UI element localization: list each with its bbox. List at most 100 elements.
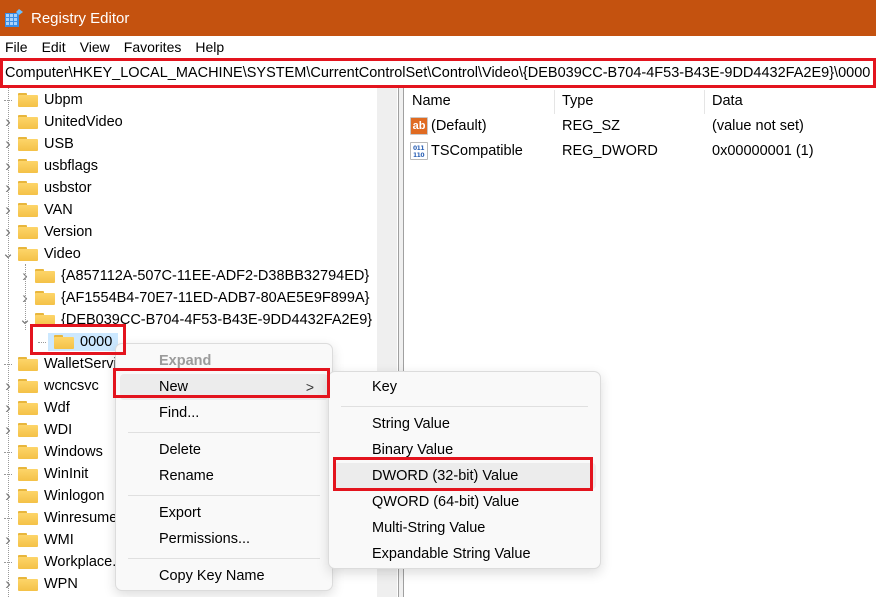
- value-name: (Default): [431, 118, 487, 134]
- tree-item[interactable]: › Wdf: [2, 397, 70, 419]
- tree-item[interactable]: › Winlogon: [2, 485, 104, 507]
- tree-item-label: WMI: [44, 532, 74, 548]
- value-row[interactable]: 011 110 TSCompatible: [410, 140, 523, 162]
- new-submenu-item-multi-string-value[interactable]: Multi-String Value: [333, 515, 596, 541]
- folder-icon: [18, 357, 38, 371]
- menu-separator: [341, 405, 588, 407]
- new-submenu-item-string-value[interactable]: String Value: [333, 411, 596, 437]
- tree-item[interactable]: 0000: [36, 331, 119, 353]
- menu-item-label: DWORD (32-bit) Value: [372, 468, 519, 484]
- tree-item[interactable]: › WDI: [2, 419, 72, 441]
- address-path[interactable]: Computer\HKEY_LOCAL_MACHINE\SYSTEM\Curre…: [3, 65, 870, 81]
- value-data: 0x00000001 (1): [712, 143, 814, 159]
- menu-view[interactable]: View: [75, 39, 117, 55]
- context-menu-item-rename[interactable]: Rename: [120, 463, 328, 489]
- folder-icon: [18, 423, 38, 437]
- tree-item[interactable]: ⌄ {DEB039CC-B704-4F53-B43E-9DD4432FA2E9}: [19, 309, 372, 331]
- column-divider[interactable]: [554, 90, 555, 114]
- tree-item[interactable]: › WMI: [2, 529, 74, 551]
- context-menu-item-copy-key-name[interactable]: Copy Key Name: [120, 563, 328, 589]
- new-submenu-item-dword-32-bit-value[interactable]: DWORD (32-bit) Value: [333, 463, 596, 489]
- tree-item[interactable]: Winresume: [2, 507, 117, 529]
- context-menu-item-export[interactable]: Export: [120, 500, 328, 526]
- folder-icon: [18, 203, 38, 217]
- menu-item-label: Export: [159, 505, 201, 521]
- tree-item[interactable]: › VAN: [2, 199, 73, 221]
- tree-item-label: Video: [44, 246, 81, 262]
- window-title: Registry Editor: [31, 9, 130, 27]
- menu-favorites[interactable]: Favorites: [119, 39, 189, 55]
- menu-item-label: Key: [372, 379, 397, 395]
- registry-editor-icon: [5, 9, 23, 27]
- tree-item[interactable]: › usbstor: [2, 177, 91, 199]
- column-divider[interactable]: [704, 90, 705, 114]
- column-header-name[interactable]: Name: [412, 88, 451, 114]
- value-row[interactable]: ab (Default): [410, 115, 487, 137]
- menu-separator: [128, 557, 320, 559]
- tree-item[interactable]: WinInit: [2, 463, 88, 485]
- tree-item[interactable]: Workplace...: [2, 551, 124, 573]
- tree-item-label: Version: [44, 224, 93, 240]
- selected-key-highlight[interactable]: 0000: [48, 333, 119, 351]
- menu-item-label: Copy Key Name: [159, 568, 265, 584]
- address-bar[interactable]: Computer\HKEY_LOCAL_MACHINE\SYSTEM\Curre…: [0, 58, 876, 88]
- tree-item[interactable]: Windows: [2, 441, 103, 463]
- tree-item-label: Windows: [44, 444, 103, 460]
- context-menu-item-new[interactable]: New >: [120, 374, 328, 400]
- value-type: REG_DWORD: [562, 143, 658, 159]
- menu-item-label: Permissions...: [159, 531, 251, 547]
- binary-value-icon: 011 110: [410, 142, 428, 160]
- menu-item-label: Multi-String Value: [372, 520, 486, 536]
- tree-item[interactable]: › UnitedVideo: [2, 111, 123, 133]
- folder-icon: [18, 159, 38, 173]
- folder-icon: [18, 181, 38, 195]
- tree-item[interactable]: › {AF1554B4-70E7-11ED-ADB7-80AE5E9F899A}: [19, 287, 369, 309]
- menu-item-label: Expandable String Value: [372, 546, 531, 562]
- new-submenu-item-key[interactable]: Key: [333, 374, 596, 400]
- tree-item[interactable]: WalletService: [2, 353, 132, 375]
- value-data: (value not set): [712, 118, 804, 134]
- menu-edit[interactable]: Edit: [37, 39, 73, 55]
- folder-icon: [18, 533, 38, 547]
- tree-item-label: {AF1554B4-70E7-11ED-ADB7-80AE5E9F899A}: [61, 290, 370, 306]
- column-header-type[interactable]: Type: [562, 88, 593, 114]
- svg-text:110: 110: [413, 152, 424, 158]
- tree-item[interactable]: Ubpm: [2, 89, 83, 111]
- tree-item[interactable]: › USB: [2, 133, 74, 155]
- menu-separator: [128, 494, 320, 496]
- context-menu-item-delete[interactable]: Delete: [120, 437, 328, 463]
- tree-item-label: Workplace...: [44, 554, 125, 570]
- tree-item-label: 0000: [80, 334, 113, 350]
- value-type: REG_SZ: [562, 118, 621, 134]
- folder-icon: [18, 115, 38, 129]
- menu-item-label: Expand: [159, 353, 212, 369]
- folder-icon: [18, 137, 38, 151]
- folder-icon: [18, 225, 38, 239]
- new-submenu-item-binary-value[interactable]: Binary Value: [333, 437, 596, 463]
- tree-item-label: VAN: [44, 202, 73, 218]
- new-submenu-item-qword-64-bit-value[interactable]: QWORD (64-bit) Value: [333, 489, 596, 515]
- tree-item[interactable]: › {A857112A-507C-11EE-ADF2-D38BB32794ED}: [19, 265, 369, 287]
- context-menu-item-permissions[interactable]: Permissions...: [120, 526, 328, 552]
- string-value-icon: ab: [410, 117, 428, 135]
- tree-item-label: UnitedVideo: [44, 114, 123, 130]
- tree-item[interactable]: › Version: [2, 221, 92, 243]
- menu-help[interactable]: Help: [190, 39, 231, 55]
- menu-item-label: New: [159, 379, 189, 395]
- tree-item[interactable]: › WPN: [2, 573, 78, 595]
- new-submenu-item-expandable-string-value[interactable]: Expandable String Value: [333, 541, 596, 567]
- menu-file[interactable]: File: [0, 39, 35, 55]
- title-bar: Registry Editor: [0, 0, 876, 36]
- context-menu: Expand New > Find... Delete Rename Export Permi…: [115, 343, 333, 591]
- tree-item-label: Winresume: [44, 510, 118, 526]
- context-menu-item-find[interactable]: Find...: [120, 400, 328, 426]
- menu-item-label: String Value: [372, 416, 450, 432]
- tree-item[interactable]: ⌄ Video: [2, 243, 81, 265]
- tree-item[interactable]: › wcncsvc: [2, 375, 99, 397]
- tree-item[interactable]: › usbflags: [2, 155, 98, 177]
- menu-item-label: QWORD (64-bit) Value: [372, 494, 520, 510]
- folder-icon: [18, 467, 38, 481]
- column-header-data[interactable]: Data: [712, 88, 743, 114]
- context-menu-item-expand: Expand: [120, 348, 328, 374]
- tree-item-label: WinInit: [44, 466, 89, 482]
